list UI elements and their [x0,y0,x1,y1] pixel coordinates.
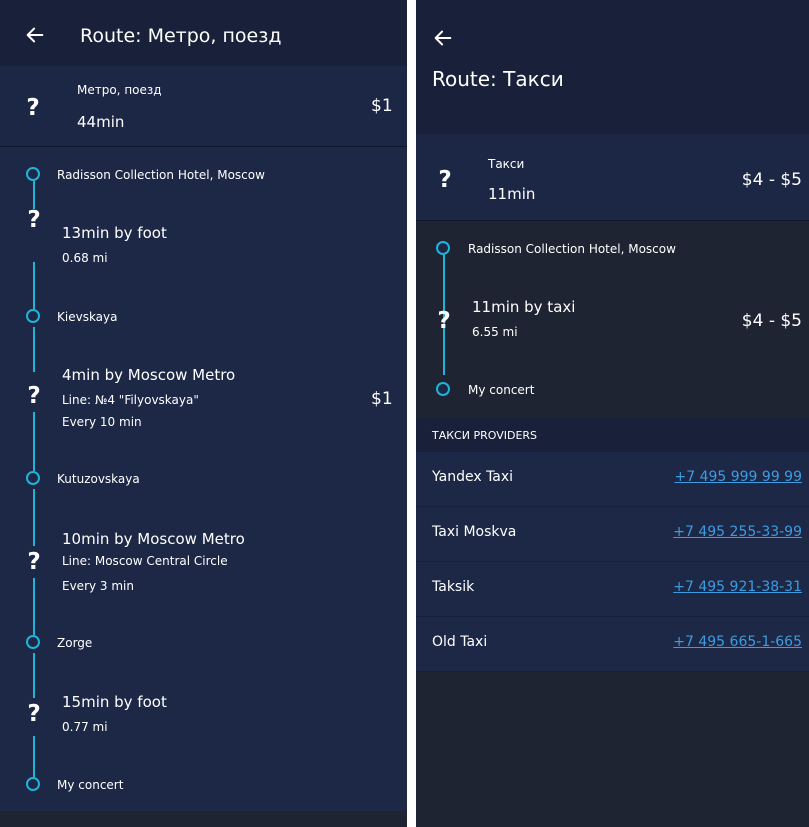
provider-phone-link[interactable]: +7 495 921-38-31 [673,579,802,595]
segment-title: 4min by Moscow Metro [62,366,236,384]
app-bar: Route: Метро, поезд [0,0,407,66]
metro-route-screen: Route: Метро, поезд ? Метро, поезд 44min… [0,0,407,827]
segment-distance: 0.77 mi [62,720,108,734]
stop-kutuzovskaya: Kutuzovskaya [57,472,140,486]
empty-area [416,697,809,827]
provider-row[interactable]: Taxi Moskva +7 495 255-33-99 [416,507,809,562]
segment-distance: 6.55 mi [472,325,518,339]
app-bar: Route: Такси [416,0,809,134]
stop-origin: Radisson Collection Hotel, Moscow [468,242,676,256]
provider-name: Old Taxi [432,634,488,650]
stop-destination: My concert [57,778,124,792]
question-mark-icon: ? [27,207,41,233]
providers-section-header: ТАКСИ PROVIDERS [416,418,809,452]
transport-mode: Такси [488,157,525,171]
page-title: Route: Такси [432,67,564,91]
bottom-strip [0,811,407,827]
circle-node-icon [436,241,450,255]
circle-node-icon [26,309,40,323]
providers-header-label: ТАКСИ PROVIDERS [432,429,538,442]
segment-frequency: Every 3 min [62,579,134,593]
stop-zorge: Zorge [57,636,93,650]
stop-kievskaya: Kievskaya [57,310,118,324]
timeline-line [33,412,35,471]
provider-row[interactable]: Yandex Taxi +7 495 999 99 99 [416,452,809,507]
segment-title: 13min by foot [62,224,167,242]
timeline-line [33,578,35,635]
timeline-line [33,262,35,309]
circle-node-icon [26,471,40,485]
circle-node-icon [436,382,450,396]
provider-name: Yandex Taxi [432,469,514,485]
provider-name: Taxi Moskva [432,524,517,540]
route-summary[interactable]: ? Метро, поезд 44min $1 [0,66,407,147]
transport-mode: Метро, поезд [77,83,162,97]
taxi-route-screen: Route: Такси ? Такси 11min $4 - $5 Radis… [416,0,809,827]
route-price: $1 [371,96,393,116]
stop-destination: My concert [468,383,535,397]
timeline-line [33,181,35,209]
question-mark-icon: ? [27,549,41,575]
question-mark-icon: ? [27,383,41,409]
timeline-line [33,327,35,372]
segment-frequency: Every 10 min [62,415,142,429]
provider-row[interactable]: Old Taxi +7 495 665-1-665 [416,617,809,672]
question-mark-icon: ? [26,95,40,121]
segment-title: 11min by taxi [472,298,576,316]
segment-title: 10min by Moscow Metro [62,530,245,548]
provider-name: Taksik [432,579,475,595]
timeline-line [33,489,35,546]
segment-distance: 0.68 mi [62,251,108,265]
timeline-line [33,736,35,777]
stop-origin: Radisson Collection Hotel, Moscow [57,168,265,182]
segment-price: $1 [371,389,393,409]
back-arrow-icon[interactable] [24,24,46,46]
circle-node-icon [26,777,40,791]
provider-phone-link[interactable]: +7 495 999 99 99 [674,469,802,485]
question-mark-icon: ? [27,701,41,727]
circle-node-icon [26,167,40,181]
route-price: $4 - $5 [741,170,802,190]
route-summary[interactable]: ? Такси 11min $4 - $5 [416,134,809,221]
segment-title: 15min by foot [62,693,167,711]
provider-phone-link[interactable]: +7 495 665-1-665 [673,634,802,650]
provider-phone-link[interactable]: +7 495 255-33-99 [673,524,802,540]
question-mark-icon: ? [437,308,451,334]
question-mark-icon: ? [438,167,452,193]
route-duration: 11min [488,185,536,203]
back-arrow-icon[interactable] [432,27,454,49]
provider-row[interactable]: Taksik +7 495 921-38-31 [416,562,809,617]
segment-line: Line: №4 "Filyovskaya" [62,393,199,407]
route-duration: 44min [77,113,125,131]
page-title: Route: Метро, поезд [80,25,282,47]
segment-line: Line: Moscow Central Circle [62,554,228,568]
segment-price: $4 - $5 [741,311,802,331]
circle-node-icon [26,635,40,649]
timeline-line [33,653,35,698]
